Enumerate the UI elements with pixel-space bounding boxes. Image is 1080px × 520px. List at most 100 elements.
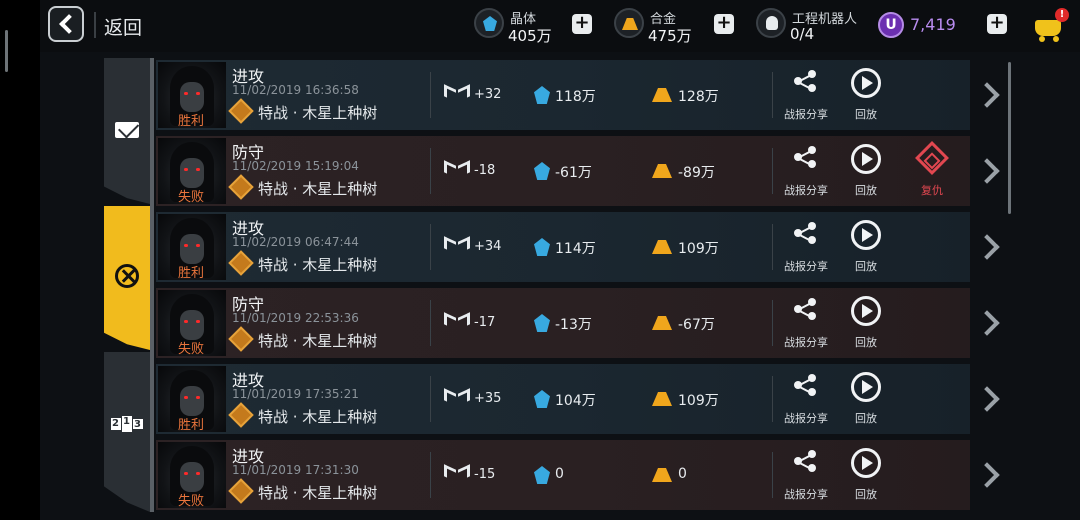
tab-ranking[interactable]: 213 [104, 352, 150, 512]
share-report-button[interactable]: 战报分享 [778, 142, 834, 200]
row-detail-button[interactable] [974, 60, 1002, 130]
alloy-icon [652, 316, 672, 330]
podium-icon: 213 [110, 412, 144, 436]
rank-wings-icon [444, 84, 470, 103]
cart-icon [1035, 20, 1061, 36]
divider [430, 300, 431, 346]
alloy-change: 109万 [678, 241, 719, 257]
replay-button[interactable]: 回放 [846, 446, 886, 504]
replay-button[interactable]: 回放 [846, 294, 886, 352]
record-row[interactable]: 失败 进攻 11/01/2019 17:31:30 特战 · 木星上种树 -15… [156, 440, 970, 510]
share-report-button[interactable]: 战报分享 [778, 66, 834, 124]
avatar: 胜利 [158, 214, 226, 280]
back-button[interactable] [48, 6, 84, 42]
row-detail-button[interactable] [974, 288, 1002, 358]
battle-date: 11/02/2019 15:19:04 [232, 159, 359, 173]
add-crystal-button[interactable]: + [572, 14, 592, 34]
rank-delta: +34 [474, 239, 502, 254]
share-report-button[interactable]: 战报分享 [778, 370, 834, 428]
alloy-change: 128万 [678, 89, 719, 105]
medal-icon [228, 98, 254, 124]
chevron-right-icon [974, 462, 1000, 488]
battle-date: 11/01/2019 17:31:30 [232, 463, 359, 477]
replay-button[interactable]: 回放 [846, 218, 886, 276]
result-label: 失败 [178, 494, 205, 508]
cart-wheel [1039, 36, 1045, 42]
medal-icon [228, 402, 254, 428]
medal-icon [228, 174, 254, 200]
record-row[interactable]: 失败 防守 11/01/2019 22:53:36 特战 · 木星上种树 -17… [156, 288, 970, 358]
share-icon [794, 450, 818, 472]
revenge-button[interactable]: 复仇 [914, 141, 950, 200]
result-label: 胜利 [178, 266, 205, 280]
avatar: 胜利 [158, 62, 226, 128]
chevron-right-icon [974, 158, 1000, 184]
mission-name: 特战 · 木星上种树 [258, 408, 378, 426]
add-alloy-button[interactable]: + [714, 14, 734, 34]
rank-delta: +35 [474, 391, 502, 406]
replay-button[interactable]: 回放 [846, 142, 886, 200]
mission-name: 特战 · 木星上种树 [258, 256, 378, 274]
rank-wings-icon [444, 312, 470, 331]
shop-cart-button[interactable]: ! [1033, 8, 1069, 44]
crystal-icon [534, 314, 550, 332]
tab-mail[interactable] [104, 58, 150, 204]
scrollbar[interactable] [1008, 62, 1011, 214]
edge-indicator [5, 30, 8, 72]
divider [430, 224, 431, 270]
premium-currency-value: 7,419 [910, 15, 956, 34]
avatar: 失败 [158, 442, 226, 508]
share-label: 战报分享 [784, 108, 828, 121]
crystal-change: 118万 [555, 89, 596, 105]
share-label: 战报分享 [784, 488, 828, 501]
share-icon [794, 146, 818, 168]
divider [430, 452, 431, 498]
alloy-icon [652, 88, 672, 102]
share-report-button[interactable]: 战报分享 [778, 294, 834, 352]
record-row[interactable]: 胜利 进攻 11/02/2019 16:36:58 特战 · 木星上种树 +32… [156, 60, 970, 130]
record-row[interactable]: 胜利 进攻 11/01/2019 17:35:21 特战 · 木星上种树 +35… [156, 364, 970, 434]
tab-battle[interactable] [104, 206, 150, 350]
record-row[interactable]: 失败 防守 11/02/2019 15:19:04 特战 · 木星上种树 -18… [156, 136, 970, 206]
crystal-icon [534, 162, 550, 180]
podium-digit: 3 [132, 419, 143, 430]
divider [772, 72, 773, 118]
result-label: 胜利 [178, 418, 205, 432]
divider [430, 376, 431, 422]
rank-wings-icon [444, 236, 470, 255]
chevron-right-icon [974, 82, 1000, 108]
robot-icon [756, 8, 786, 38]
crystal-icon [534, 238, 550, 256]
replay-label: 回放 [855, 488, 877, 501]
alloy-change: -89万 [678, 165, 715, 181]
share-report-button[interactable]: 战报分享 [778, 218, 834, 276]
crystal-icon [534, 86, 550, 104]
screen-edge [0, 0, 40, 520]
replay-label: 回放 [855, 184, 877, 197]
row-detail-button[interactable] [974, 136, 1002, 206]
crystal-icon [534, 466, 550, 484]
record-row[interactable]: 胜利 进攻 11/02/2019 06:47:44 特战 · 木星上种树 +34… [156, 212, 970, 282]
crystal-value: 405万 [508, 27, 552, 45]
result-label: 失败 [178, 190, 205, 204]
battle-report-screen: 返回 晶体 405万 + 合金 475万 + 工程机器人 0/4 U 7,419… [0, 0, 1080, 520]
crystal-change: -61万 [555, 165, 592, 181]
medal-icon [228, 326, 254, 352]
back-label[interactable]: 返回 [104, 13, 142, 40]
row-detail-button[interactable] [974, 364, 1002, 434]
rank-delta: -18 [474, 163, 496, 178]
replay-button[interactable]: 回放 [846, 370, 886, 428]
mission-name: 特战 · 木星上种树 [258, 484, 378, 502]
podium-digit: 2 [110, 418, 121, 430]
alloy-change: -67万 [678, 317, 715, 333]
share-icon [794, 374, 818, 396]
row-detail-button[interactable] [974, 440, 1002, 510]
add-premium-button[interactable]: + [987, 14, 1007, 34]
battle-record-list[interactable]: 胜利 进攻 11/02/2019 16:36:58 特战 · 木星上种树 +32… [156, 60, 970, 512]
chevron-right-icon [974, 310, 1000, 336]
alloy-icon [652, 468, 672, 482]
share-report-button[interactable]: 战报分享 [778, 446, 834, 504]
replay-button[interactable]: 回放 [846, 66, 886, 124]
chevron-right-icon [974, 386, 1000, 412]
row-detail-button[interactable] [974, 212, 1002, 282]
